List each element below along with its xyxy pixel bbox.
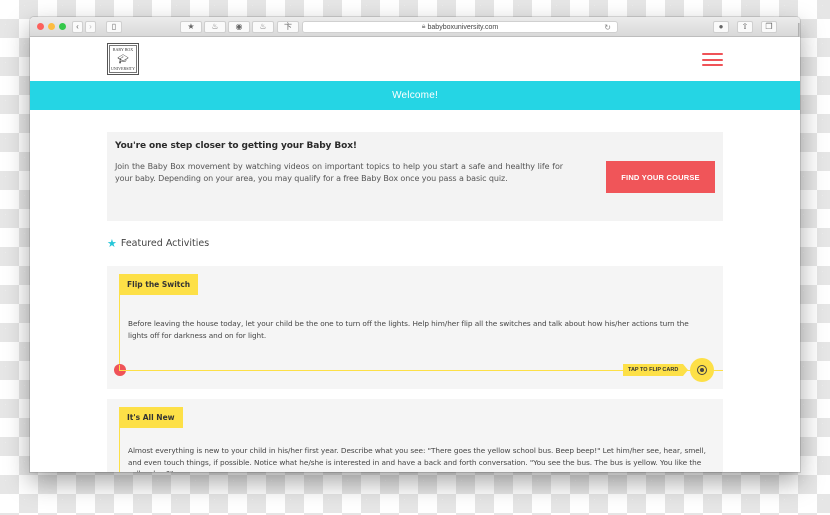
back-button[interactable]: ‹ — [72, 21, 83, 33]
extension-button-3[interactable]: ♨ — [252, 21, 274, 33]
flip-card-button[interactable] — [690, 358, 714, 382]
logo[interactable]: BABY BOX 🎓︎ UNIVERSITY — [107, 43, 139, 75]
download-button[interactable]: ● — [713, 21, 729, 33]
share-icon: ⇧ — [741, 22, 749, 31]
timeline-start-dot — [114, 364, 126, 376]
hamburger-icon[interactable] — [702, 53, 723, 66]
extension-icon: ♨ — [259, 22, 267, 31]
sidebar-icon: ▯ — [111, 22, 117, 31]
extension-button-2[interactable]: ◉ — [228, 21, 250, 33]
featured-heading-text: Featured Activities — [120, 238, 210, 249]
target-icon: ◉ — [235, 22, 243, 31]
tap-to-flip-card-button[interactable]: TAP TO FLIP CARD — [623, 364, 689, 376]
close-window-button[interactable] — [37, 23, 44, 30]
minimize-window-button[interactable] — [48, 23, 55, 30]
star-icon: ★ — [107, 237, 117, 250]
bookmark-icon: ★ — [187, 22, 195, 31]
back-icon: ‹ — [76, 22, 79, 31]
card-body: Almost everything is new to your child i… — [128, 446, 706, 472]
address-bar[interactable]: 🔒︎ babyboxuniversity.com ↻ — [302, 21, 618, 33]
browser-toolbar: ‹ › ▯ ★ ♨ ◉ ♨ 卞 🔒︎ babyboxuniversity.com… — [30, 17, 800, 37]
card-title: Flip the Switch — [119, 274, 199, 295]
share-button[interactable]: ⇧ — [737, 21, 753, 33]
download-icon: ● — [718, 22, 724, 31]
window-controls — [37, 23, 66, 30]
welcome-banner: Welcome! — [30, 81, 800, 110]
bookmark-button[interactable]: ★ — [180, 21, 202, 33]
url-text: babyboxuniversity.com — [427, 23, 499, 31]
runner-icon: 卞 — [284, 22, 292, 31]
site-header: BABY BOX 🎓︎ UNIVERSITY — [30, 37, 800, 81]
forward-icon: › — [89, 22, 92, 31]
welcome-text: Welcome! — [392, 90, 438, 101]
promo-title: You're one step closer to getting your B… — [115, 141, 357, 151]
sidebar-button[interactable]: ▯ — [106, 21, 122, 33]
graduation-cap-icon: 🎓︎ — [117, 53, 129, 64]
forward-button[interactable]: › — [85, 21, 96, 33]
extension-icon: ♨ — [211, 22, 219, 31]
new-tab-button[interactable]: + — [798, 23, 800, 37]
promo-box: You're one step closer to getting your B… — [107, 132, 723, 221]
extension-button-4[interactable]: 卞 — [277, 21, 299, 33]
promo-body: Join the Baby Box movement by watching v… — [115, 162, 563, 183]
zoom-window-button[interactable] — [59, 23, 66, 30]
featured-activities-heading: ★ Featured Activities — [107, 238, 209, 249]
find-your-course-button[interactable]: FIND YOUR COURSE — [606, 161, 715, 193]
extension-button-1[interactable]: ♨ — [204, 21, 226, 33]
card-title: It's All New — [119, 407, 183, 428]
tabs-button[interactable]: ❐ — [761, 21, 777, 33]
reload-icon[interactable]: ↻ — [604, 23, 611, 32]
activity-card[interactable]: It's All New Almost everything is new to… — [107, 399, 723, 472]
target-icon — [697, 365, 707, 375]
tabs-icon: ❐ — [765, 22, 773, 31]
logo-top-text: BABY BOX — [112, 47, 134, 52]
card-body: Before leaving the house today, let your… — [128, 319, 689, 340]
browser-window: ‹ › ▯ ★ ♨ ◉ ♨ 卞 🔒︎ babyboxuniversity.com… — [30, 17, 800, 472]
activity-card[interactable]: Flip the Switch Before leaving the house… — [107, 266, 723, 389]
logo-bottom-text: UNIVERSITY — [111, 66, 135, 71]
lock-icon: 🔒︎ — [421, 23, 426, 30]
